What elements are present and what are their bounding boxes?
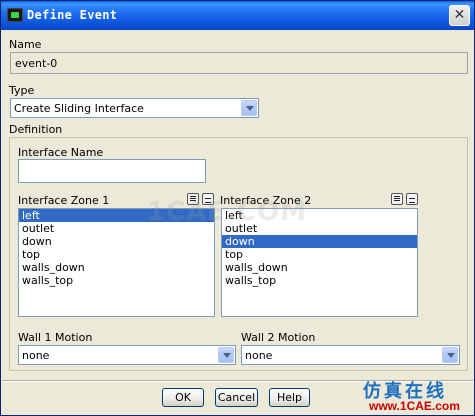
title-bar[interactable]: Define Event ✕	[1, 1, 474, 30]
zone1-list-item[interactable]: down	[19, 235, 214, 248]
zone2-list-item[interactable]: top	[222, 248, 417, 261]
chevron-down-icon[interactable]	[218, 347, 234, 363]
zone2-list-item[interactable]: down	[222, 235, 417, 248]
chevron-down-icon[interactable]	[241, 100, 257, 116]
zone1-list-item[interactable]: walls_down	[19, 261, 214, 274]
type-label: Type	[9, 84, 35, 97]
zone2-deselect-all-icon[interactable]	[406, 193, 418, 205]
interface-name-input[interactable]	[18, 159, 206, 183]
wall1-motion-selected: none	[22, 349, 50, 362]
zone1-label: Interface Zone 1	[18, 194, 110, 207]
wall2-motion-selected: none	[245, 349, 273, 362]
type-selected: Create Sliding Interface	[14, 102, 144, 115]
wall1-motion-dropdown[interactable]: none	[18, 345, 236, 365]
brand-url: www.1CAE.com	[369, 399, 460, 413]
name-field[interactable]: event-0	[10, 52, 468, 74]
name-value: event-0	[15, 57, 58, 70]
window-title: Define Event	[27, 8, 118, 22]
definition-label: Definition	[9, 123, 63, 136]
chevron-down-icon[interactable]	[442, 347, 458, 363]
watermark-text: 1CAE.COM	[147, 197, 307, 227]
cancel-button[interactable]: Cancel	[215, 388, 258, 407]
name-label: Name	[9, 38, 42, 51]
interface-name-label: Interface Name	[18, 146, 104, 159]
zone2-list-item[interactable]: walls_top	[222, 274, 417, 287]
app-icon	[7, 8, 23, 22]
define-event-dialog: Define Event ✕ Name event-0 Type Create …	[0, 0, 475, 416]
zone1-list-item[interactable]: walls_top	[19, 274, 214, 287]
ok-button[interactable]: OK	[162, 388, 204, 407]
help-button[interactable]: Help	[269, 388, 310, 407]
wall2-motion-label: Wall 2 Motion	[241, 331, 316, 344]
zone1-list-item[interactable]: top	[19, 248, 214, 261]
zone2-select-all-icon[interactable]	[391, 193, 403, 205]
zone2-list-item[interactable]: walls_down	[222, 261, 417, 274]
wall2-motion-dropdown[interactable]: none	[241, 345, 460, 365]
type-dropdown[interactable]: Create Sliding Interface	[10, 98, 259, 118]
close-button[interactable]: ✕	[449, 5, 470, 26]
wall1-motion-label: Wall 1 Motion	[18, 331, 93, 344]
